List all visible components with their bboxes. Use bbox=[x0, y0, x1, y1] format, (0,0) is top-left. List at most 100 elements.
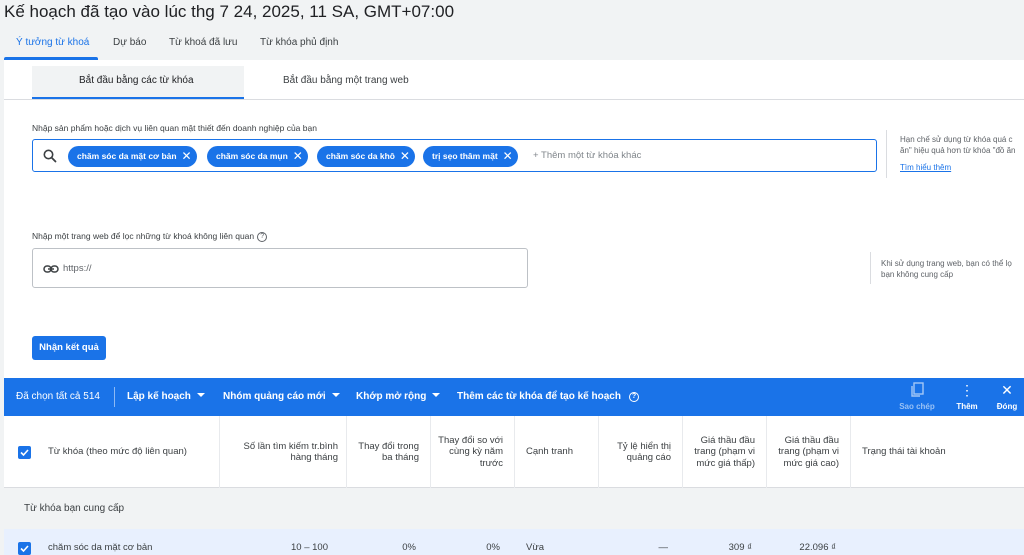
column-header-competition[interactable]: Cạnh tranh bbox=[526, 416, 596, 488]
tab-forecast[interactable]: Dự báo bbox=[113, 37, 146, 48]
close-icon[interactable]: ✕ bbox=[503, 146, 513, 167]
subtab-start-with-website[interactable]: Bắt đầu bằng một trang web bbox=[283, 75, 409, 86]
more-button[interactable]: ⋮ Thêm bbox=[945, 381, 989, 411]
cell-bid-high: 22.096 ₫ bbox=[799, 542, 836, 553]
group-label: Từ khóa bạn cung cấp bbox=[24, 503, 125, 514]
keyword-chip-label: chăm sóc da mặt cơ bản bbox=[77, 151, 177, 161]
column-header-three-month-change[interactable]: Thay đổi trong ba tháng bbox=[347, 416, 419, 488]
column-divider bbox=[850, 416, 851, 488]
match-type-label: Khớp mở rộng bbox=[356, 391, 427, 402]
column-header-label: Thay đổi trong ba tháng bbox=[358, 440, 419, 464]
column-header-label: Giá thầu đầu trang (phạm vi mức giá cao) bbox=[778, 434, 839, 469]
search-icon bbox=[43, 149, 57, 163]
action-bar-divider bbox=[114, 387, 115, 407]
copy-icon bbox=[911, 382, 924, 397]
website-url-placeholder: https:// bbox=[63, 263, 92, 274]
column-header-avg-searches[interactable]: Số lần tìm kiếm tr.bình hàng tháng bbox=[220, 416, 338, 488]
column-header-label: Giá thầu đầu trang (phạm vi mức giá thấp… bbox=[694, 434, 755, 469]
table-row[interactable]: chăm sóc da mặt cơ bản 10 – 100 0% 0% Vừ… bbox=[4, 529, 1024, 555]
help-icon[interactable]: ? bbox=[628, 392, 639, 402]
close-label: Đóng bbox=[996, 402, 1018, 411]
close-icon: ✕ bbox=[1001, 382, 1013, 398]
selected-count: Đã chọn tất cả 514 bbox=[16, 391, 100, 402]
select-all-checkbox[interactable] bbox=[18, 446, 31, 459]
new-ad-group-dropdown[interactable]: Nhóm quảng cáo mới bbox=[223, 391, 340, 402]
keyword-chip-label: chăm sóc da mụn bbox=[216, 151, 288, 161]
close-button[interactable]: ✕ Đóng bbox=[985, 381, 1024, 411]
website-tip-line-1: Khi sử dụng trang web, bạn có thể lọ bbox=[881, 259, 1012, 268]
table-header: Từ khóa (theo mức độ liên quan) Số lần t… bbox=[4, 416, 1024, 488]
keyword-chip[interactable]: chăm sóc da mụn ✕ bbox=[207, 146, 308, 167]
keywords-input[interactable]: chăm sóc da mặt cơ bản ✕ chăm sóc da mụn ✕… bbox=[32, 139, 877, 172]
caret-down-icon bbox=[196, 393, 205, 397]
column-header-label: Trạng thái tài khoản bbox=[862, 446, 946, 458]
cell-competition: Vừa bbox=[526, 542, 544, 553]
subtab-divider bbox=[4, 99, 1024, 100]
keyword-chip[interactable]: chăm sóc da mặt cơ bản ✕ bbox=[68, 146, 197, 167]
column-header-yoy-change[interactable]: Thay đổi so với cùng kỳ năm trước bbox=[431, 416, 503, 488]
keywords-tip-line-2: ăn" hiệu quả hơn từ khóa "đồ ăn bbox=[900, 146, 1016, 155]
column-header-label: Cạnh tranh bbox=[526, 446, 574, 458]
tab-negative-keywords[interactable]: Từ khóa phủ định bbox=[260, 37, 338, 48]
cell-bid-low: 309 ₫ bbox=[728, 542, 752, 553]
check-icon bbox=[20, 449, 29, 457]
keywords-input-label: Nhập sản phẩm hoặc dịch vụ liên quan mật… bbox=[32, 123, 317, 133]
get-results-button[interactable]: Nhận kết quả bbox=[32, 336, 106, 360]
column-header-label: Từ khóa (theo mức độ liên quan) bbox=[48, 446, 187, 458]
plan-dropdown-label: Lập kế hoạch bbox=[127, 391, 191, 402]
close-icon[interactable]: ✕ bbox=[400, 146, 410, 167]
more-label: Thêm bbox=[956, 402, 978, 411]
new-ad-group-label: Nhóm quảng cáo mới bbox=[223, 391, 326, 402]
add-keywords-label: Thêm các từ khóa để tạo kế hoạch bbox=[457, 391, 621, 402]
check-icon bbox=[20, 545, 29, 553]
keyword-chip[interactable]: trị sẹo thâm mặt ✕ bbox=[423, 146, 518, 167]
side-divider bbox=[886, 130, 887, 178]
cell-keyword: chăm sóc da mặt cơ bản bbox=[48, 542, 153, 553]
copy-label: Sao chép bbox=[899, 402, 935, 411]
website-tip-line-2: bạn không cung cấp bbox=[881, 270, 954, 279]
column-header-impression-share[interactable]: Tỷ lệ hiển thị quảng cáo bbox=[599, 416, 671, 488]
table-group-header: Từ khóa bạn cung cấp bbox=[4, 489, 1024, 529]
column-header-bid-high[interactable]: Giá thầu đầu trang (phạm vi mức giá cao) bbox=[767, 416, 839, 488]
tab-saved-keywords[interactable]: Từ khoá đã lưu bbox=[169, 37, 237, 48]
selection-action-bar: Đã chọn tất cả 514 Lập kế hoạch Nhóm quả… bbox=[4, 378, 1024, 416]
side-divider bbox=[870, 252, 871, 284]
column-header-bid-low[interactable]: Giá thầu đầu trang (phạm vi mức giá thấp… bbox=[683, 416, 755, 488]
cell-avg-searches: 10 – 100 bbox=[291, 542, 328, 553]
column-header-label: Thay đổi so với cùng kỳ năm trước bbox=[438, 434, 503, 469]
column-header-keyword[interactable]: Từ khóa (theo mức độ liên quan) bbox=[48, 416, 218, 488]
row-checkbox[interactable] bbox=[18, 542, 31, 555]
cell-impression-share: — bbox=[658, 542, 669, 553]
keywords-tip-line-1: Hạn chế sử dụng từ khóa quá c bbox=[900, 135, 1013, 144]
keyword-chip-label: trị sẹo thâm mặt bbox=[432, 151, 498, 161]
learn-more-link[interactable]: Tìm hiểu thêm bbox=[900, 163, 951, 172]
help-icon[interactable]: ? bbox=[257, 232, 268, 242]
close-icon[interactable]: ✕ bbox=[293, 146, 303, 167]
cell-yoy-change: 0% bbox=[486, 542, 500, 553]
website-filter-label-text: Nhập một trang web để lọc những từ khoá … bbox=[32, 231, 255, 241]
column-header-label: Số lần tìm kiếm tr.bình hàng tháng bbox=[243, 440, 338, 464]
plan-dropdown[interactable]: Lập kế hoạch bbox=[127, 391, 205, 402]
caret-down-icon bbox=[331, 393, 340, 397]
plan-tabs: Ý tưởng từ khoá Dự báo Từ khoá đã lưu Từ… bbox=[0, 30, 1024, 60]
tab-keyword-ideas[interactable]: Ý tưởng từ khoá bbox=[16, 37, 89, 48]
more-vert-icon: ⋮ bbox=[960, 382, 974, 398]
cell-three-month-change: 0% bbox=[402, 542, 416, 553]
column-divider bbox=[514, 416, 515, 488]
column-header-account-status[interactable]: Trạng thái tài khoản bbox=[862, 416, 1002, 488]
page-title: Kế hoạch đã tạo vào lúc thg 7 24, 2025, … bbox=[4, 2, 455, 21]
match-type-dropdown[interactable]: Khớp mở rộng bbox=[356, 391, 441, 402]
copy-button[interactable]: Sao chép bbox=[895, 381, 939, 411]
keyword-chip-label: chăm sóc da khô bbox=[326, 151, 395, 161]
website-url-input[interactable]: https:// bbox=[32, 248, 528, 288]
caret-down-icon bbox=[432, 393, 441, 397]
discover-keywords-panel: Bắt đầu bằng các từ khóa Bắt đầu bằng mộ… bbox=[4, 60, 1024, 378]
link-icon bbox=[43, 265, 59, 273]
subtab-start-with-keywords[interactable]: Bắt đầu bằng các từ khóa bbox=[79, 75, 194, 86]
add-keyword-placeholder[interactable]: + Thêm một từ khóa khác bbox=[533, 150, 641, 161]
add-keywords-to-plan-button[interactable]: Thêm các từ khóa để tạo kế hoạch? bbox=[457, 391, 639, 402]
website-filter-label: Nhập một trang web để lọc những từ khoá … bbox=[32, 231, 268, 242]
keyword-planner-page: Kế hoạch đã tạo vào lúc thg 7 24, 2025, … bbox=[0, 0, 1024, 555]
close-icon[interactable]: ✕ bbox=[182, 146, 192, 167]
keyword-chip[interactable]: chăm sóc da khô ✕ bbox=[317, 146, 415, 167]
